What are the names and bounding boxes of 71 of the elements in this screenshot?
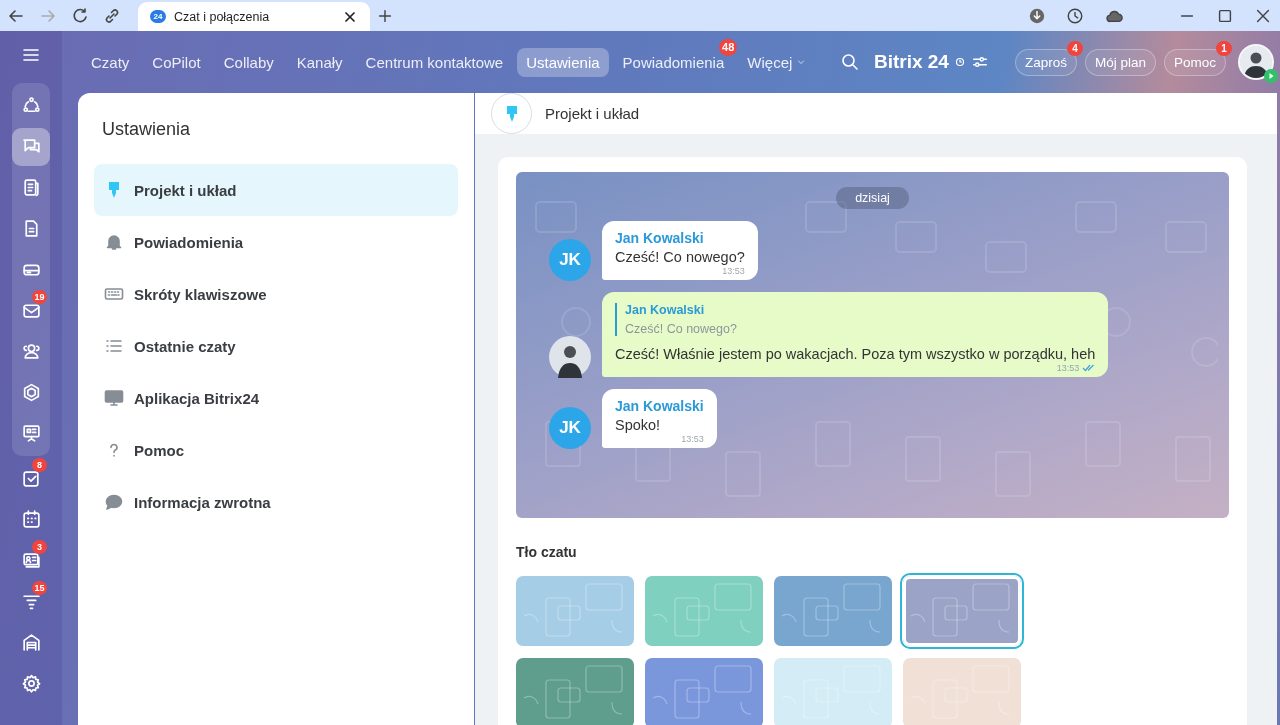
header-button[interactable]: Mój plan [1084, 48, 1156, 76]
nav-tab[interactable]: Czaty [82, 47, 139, 77]
contact-card-icon-button[interactable]: 3 [12, 541, 50, 580]
history-icon[interactable] [1066, 6, 1084, 25]
counter-badge: 48 [719, 38, 738, 56]
message-text: Spoko! [615, 417, 662, 433]
message-time: 13:53 [681, 434, 704, 444]
chat-icon-button[interactable] [12, 127, 50, 166]
counter-badge: 8 [32, 457, 47, 472]
favicon: 24 [150, 10, 166, 23]
counter-badge: 3 [32, 539, 47, 554]
logo: Bitrix 24 [873, 51, 949, 73]
calendar-icon [20, 509, 42, 530]
quote-author: Jan Kowalski [625, 303, 706, 317]
clock-icon [954, 57, 965, 67]
date-label: dzisiaj [836, 187, 909, 209]
garage-icon [20, 632, 42, 653]
background-swatch[interactable] [903, 576, 1021, 646]
message-text: Cześć! Co nowego? [615, 249, 745, 265]
background-swatch[interactable] [774, 658, 892, 725]
monitor-icon [104, 388, 124, 408]
settings-menu-item[interactable]: Projekt i układ [94, 164, 458, 216]
background-swatch[interactable] [516, 576, 634, 646]
nav-tab[interactable]: Więcej [738, 47, 816, 77]
search-icon[interactable] [839, 52, 860, 72]
settings-menu-item[interactable]: Pomoc [94, 424, 458, 476]
download-icon[interactable] [1028, 6, 1046, 25]
nav-tab[interactable]: CoPilot [143, 47, 210, 77]
checkbox-icon-button[interactable]: 8 [12, 459, 50, 498]
bell-icon [104, 232, 124, 252]
contact-card-icon [20, 550, 42, 571]
avatar: JK [549, 239, 591, 281]
panel-title: Ustawienia [102, 119, 192, 140]
background-swatch[interactable] [774, 576, 892, 646]
avatar [549, 336, 591, 378]
background-swatch[interactable] [645, 658, 763, 725]
message-time: 13:53 [1056, 363, 1080, 373]
background-swatch[interactable] [645, 576, 763, 646]
checkbox-icon [20, 468, 42, 489]
counter-badge: 1 [1216, 40, 1232, 56]
settings-menu-item[interactable]: Powiadomienia [94, 216, 458, 268]
message-time: 13:53 [722, 266, 745, 276]
background-swatch[interactable] [516, 658, 634, 725]
page-title: Projekt i układ [545, 105, 640, 122]
quote-text: Cześć! Co nowego? [625, 322, 738, 336]
message-author: Jan Kowalski [615, 398, 704, 414]
message-author: Jan Kowalski [615, 230, 705, 246]
counter-badge: 19 [32, 289, 47, 304]
settings-menu-item[interactable]: Aplikacja Bitrix24 [94, 372, 458, 424]
avatar: JK [549, 407, 591, 449]
settings-menu-item[interactable]: Skróty klawiszowe [94, 268, 458, 320]
people-icon [20, 341, 42, 362]
settings-menu-item[interactable]: Ostatnie czaty [94, 320, 458, 372]
mail-icon-button[interactable]: 19 [12, 291, 50, 330]
nav-tab[interactable]: Kanały [287, 47, 352, 77]
section-title: Tło czatu [516, 544, 578, 560]
nav-tab[interactable]: Collaby [214, 47, 283, 77]
background-swatch[interactable] [903, 658, 1021, 725]
message-text: Cześć! Właśnie jestem po wakacjach. Poza tym wszystko w porządku, heh [615, 346, 1096, 362]
counter-badge: 4 [1066, 40, 1083, 56]
nav-tab[interactable]: Ustawienia [517, 47, 609, 77]
tab-title: Czat i połączenia [174, 9, 271, 24]
board-icon [20, 423, 42, 444]
settings-menu-item[interactable]: Informacja zwrotna [94, 476, 458, 528]
nav-tab[interactable]: Centrum kontaktowe [356, 47, 513, 77]
browser-tab[interactable]: 24 Czat i połączenia [138, 2, 370, 31]
counter-badge: 15 [32, 580, 47, 595]
speech-bubble-icon [104, 492, 124, 512]
funnel-icon-button[interactable]: 15 [12, 582, 50, 621]
settings-icon [20, 673, 42, 694]
play-icon [1264, 69, 1278, 83]
